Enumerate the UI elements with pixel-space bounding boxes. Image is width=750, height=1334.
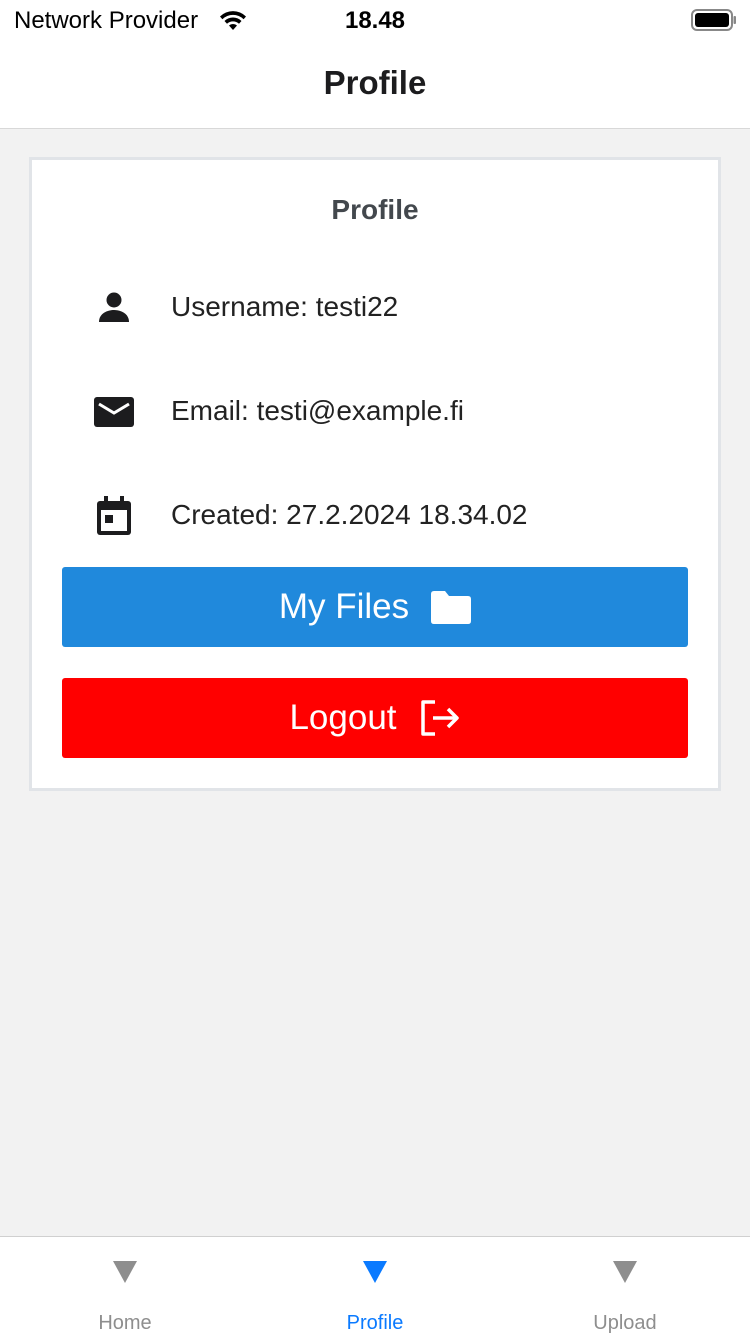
email-text: Email: testi@example.fi	[171, 395, 464, 426]
mail-icon	[94, 392, 134, 432]
battery-icon	[691, 9, 737, 36]
my-files-label: My Files	[278, 587, 410, 626]
tab-upload[interactable]: Upload	[500, 1237, 750, 1334]
tab-profile[interactable]: Profile	[250, 1237, 500, 1334]
tab-bar: Home Profile Upload	[0, 1236, 750, 1334]
triangle-down-icon	[613, 1259, 637, 1288]
page-title: Profile	[323, 64, 427, 101]
tab-home[interactable]: Home	[0, 1237, 250, 1334]
created-row: Created: 27.2.2024 18.34.02	[32, 486, 718, 546]
profile-card: Profile Username: testi22 Email: testi@e…	[29, 157, 721, 791]
folder-icon	[431, 590, 472, 624]
username-row: Username: testi22	[32, 278, 718, 338]
logout-icon	[419, 699, 461, 737]
card-title: Profile	[331, 194, 419, 225]
email-row: Email: testi@example.fi	[32, 382, 718, 442]
tab-profile-label: Profile	[346, 1312, 404, 1334]
calendar-icon	[94, 496, 134, 536]
username-text: Username: testi22	[171, 291, 399, 322]
tab-home-label: Home	[98, 1312, 152, 1334]
triangle-down-icon	[363, 1259, 387, 1288]
my-files-button[interactable]: My Files	[62, 567, 688, 647]
person-icon	[94, 288, 134, 328]
triangle-down-icon	[113, 1259, 137, 1288]
tab-upload-label: Upload	[593, 1312, 657, 1334]
logout-button[interactable]: Logout	[62, 678, 688, 758]
navigation-header: Profile	[0, 42, 750, 129]
status-bar: Network Provider 18.48	[0, 0, 750, 42]
clock: 18.48	[344, 7, 406, 34]
logout-label: Logout	[289, 698, 397, 737]
created-text: Created: 27.2.2024 18.34.02	[171, 499, 528, 530]
